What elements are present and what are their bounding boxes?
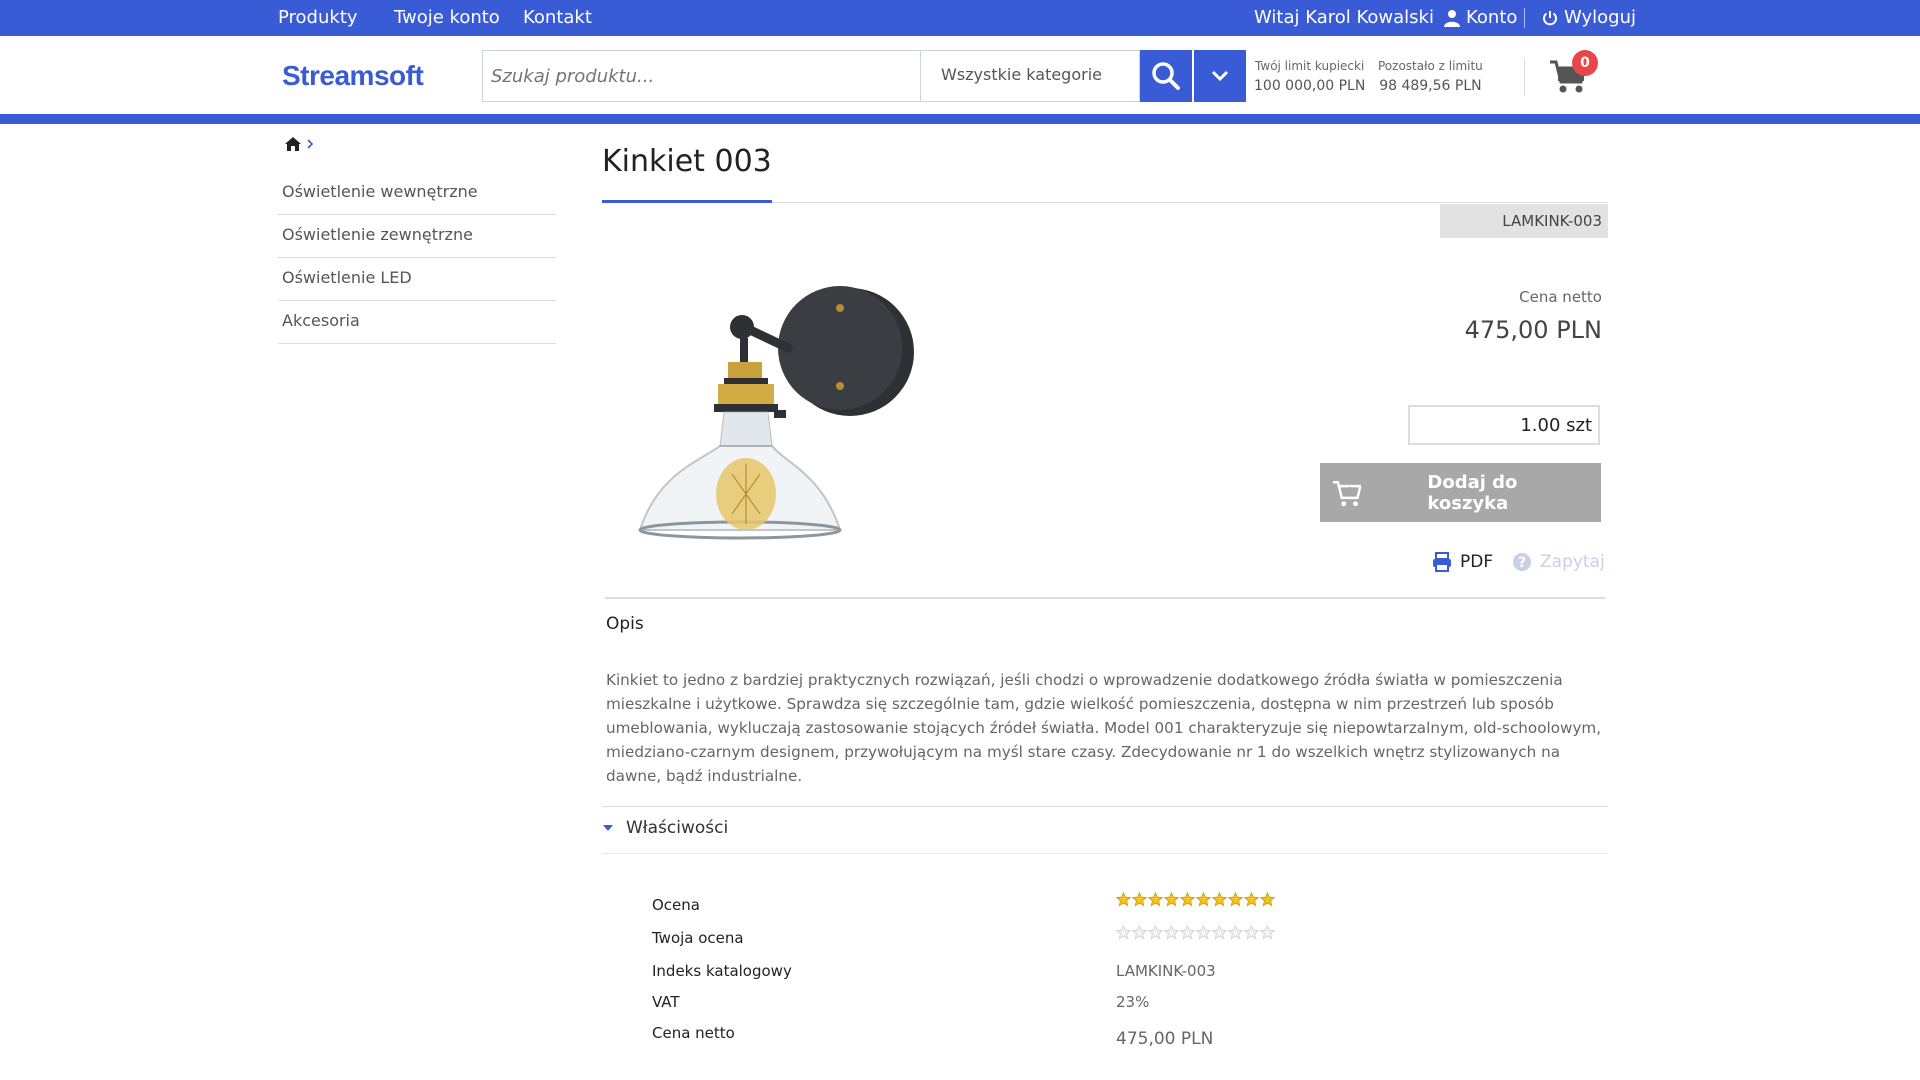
user-icon [1444, 9, 1460, 27]
question-icon: ? [1513, 553, 1531, 571]
topbar-separator [1524, 8, 1525, 28]
sidebar-item-indoor-lighting[interactable]: Oświetlenie wewnętrzne [278, 172, 556, 215]
title-accent [602, 200, 772, 203]
star-icon [1260, 892, 1275, 907]
credit-limit: Twój limit kupiecki 100 000,00 PLN [1254, 56, 1365, 96]
category-sidebar: Oświetlenie wewnętrzne Oświetlenie zewnę… [278, 172, 556, 344]
star-icon [1244, 892, 1259, 907]
star-icon [1132, 892, 1147, 907]
properties-divider-bottom [602, 853, 1608, 854]
price-value: 475,00 PLN [1464, 316, 1602, 344]
header-accent-bar [0, 114, 1920, 124]
header: Streamsoft Wszystkie kategorie Twój limi… [0, 36, 1920, 116]
description-title: Opis [606, 614, 644, 634]
nav-link-products[interactable]: Produkty [278, 7, 358, 28]
section-divider [605, 597, 1605, 599]
chevron-right-icon [307, 139, 314, 149]
pdf-button[interactable]: PDF [1432, 552, 1493, 572]
ask-label: Zapytaj [1540, 552, 1605, 572]
catalog-index-label: Indeks katalogowy [652, 962, 792, 980]
logout-link[interactable]: Wyloguj [1542, 7, 1636, 28]
star-icon[interactable] [1212, 925, 1227, 940]
star-icon [1196, 892, 1211, 907]
add-to-cart-button[interactable]: Dodaj do koszyka [1320, 463, 1601, 522]
credit-limit-label: Twój limit kupiecki [1255, 59, 1365, 73]
chevron-down-icon [1211, 70, 1229, 82]
add-to-cart-label: Dodaj do koszyka [1427, 471, 1518, 514]
account-link[interactable]: Konto [1444, 7, 1517, 28]
remaining-limit-label: Pozostało z limitu [1378, 59, 1483, 73]
rating-stars [1116, 892, 1275, 907]
ask-button[interactable]: ? Zapytaj [1512, 552, 1605, 572]
product-image[interactable] [628, 278, 928, 552]
star-icon[interactable] [1196, 925, 1211, 940]
star-icon [1164, 892, 1179, 907]
star-icon[interactable] [1132, 925, 1147, 940]
star-icon[interactable] [1116, 925, 1131, 940]
star-icon [1116, 892, 1131, 907]
vat-label: VAT [652, 993, 680, 1011]
star-icon [1148, 892, 1163, 907]
cart-count-badge: 0 [1572, 50, 1598, 76]
sidebar-item-accessories[interactable]: Akcesoria [278, 301, 556, 344]
catalog-index-value: LAMKINK-003 [1116, 962, 1216, 980]
nav-link-contact[interactable]: Kontakt [523, 7, 592, 28]
properties-toggle[interactable]: Właściwości [602, 818, 728, 838]
account-label: Konto [1466, 7, 1518, 28]
sku-badge: LAMKINK-003 [1440, 204, 1608, 238]
home-icon[interactable] [284, 136, 302, 152]
sidebar-item-led-lighting[interactable]: Oświetlenie LED [278, 258, 556, 301]
your-rating-stars[interactable] [1116, 925, 1275, 940]
category-dropdown-button[interactable] [1194, 50, 1246, 102]
sidebar-item-outdoor-lighting[interactable]: Oświetlenie zewnętrzne [278, 215, 556, 258]
remaining-limit-value: 98 489,56 PLN [1379, 78, 1482, 94]
properties-divider-top [602, 806, 1608, 807]
star-icon [1180, 892, 1195, 907]
price-label: Cena netto [1519, 288, 1602, 306]
star-icon[interactable] [1244, 925, 1259, 940]
description-text: Kinkiet to jedno z bardziej praktycznych… [606, 671, 1602, 785]
header-separator [1524, 58, 1525, 96]
your-rating-label: Twoja ocena [652, 929, 744, 947]
welcome-text: Witaj Karol Kowalski [1254, 7, 1434, 28]
star-icon[interactable] [1260, 925, 1275, 940]
print-icon [1433, 552, 1451, 572]
net-price-value: 475,00 PLN [1116, 1029, 1214, 1049]
wall-lamp-image [638, 286, 914, 540]
svg-text:?: ? [1518, 555, 1526, 571]
remaining-limit: Pozostało z limitu 98 489,56 PLN [1378, 56, 1483, 96]
star-icon[interactable] [1228, 925, 1243, 940]
breadcrumb [284, 136, 314, 152]
star-icon [1228, 892, 1243, 907]
credit-limit-value: 100 000,00 PLN [1254, 78, 1366, 94]
search-icon [1152, 62, 1180, 90]
star-icon[interactable] [1164, 925, 1179, 940]
search-button[interactable] [1140, 50, 1192, 102]
quantity-input[interactable]: 1.00 szt [1408, 405, 1600, 445]
caret-down-icon [603, 825, 613, 831]
logo[interactable]: Streamsoft [282, 60, 424, 92]
power-icon [1543, 10, 1557, 25]
nav-link-account[interactable]: Twoje konto [394, 7, 500, 28]
category-select[interactable]: Wszystkie kategorie [920, 50, 1140, 102]
logout-label: Wyloguj [1564, 7, 1636, 28]
rating-label: Ocena [652, 896, 700, 914]
vat-value: 23% [1116, 993, 1150, 1011]
properties-title: Właściwości [626, 818, 729, 838]
page-title: Kinkiet 003 [602, 144, 772, 179]
pdf-label: PDF [1460, 552, 1494, 572]
search-input[interactable] [482, 50, 920, 102]
cart-plus-icon [1332, 480, 1362, 506]
net-price-label: Cena netto [652, 1024, 735, 1042]
star-icon[interactable] [1180, 925, 1195, 940]
star-icon[interactable] [1148, 925, 1163, 940]
star-icon [1212, 892, 1227, 907]
top-bar: Produkty Twoje konto Kontakt Witaj Karol… [0, 0, 1920, 36]
